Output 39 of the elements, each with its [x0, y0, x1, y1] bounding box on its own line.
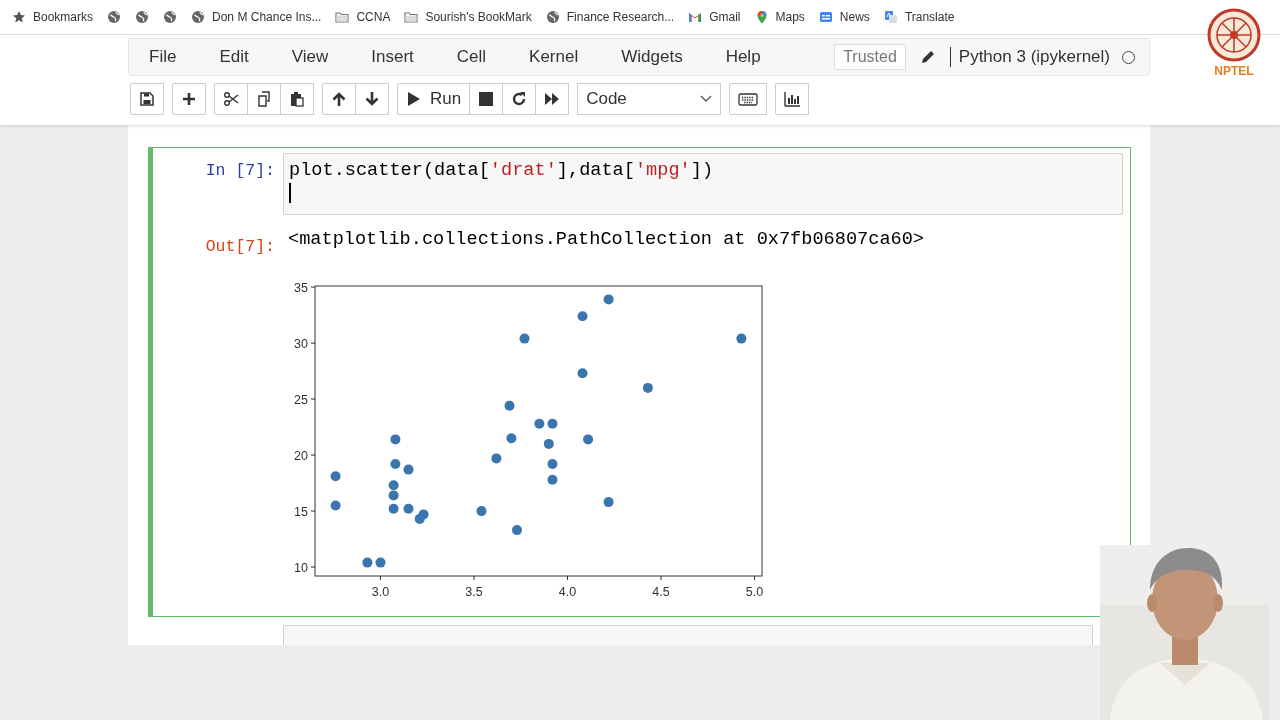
menu-item[interactable]: Widgets: [621, 47, 683, 67]
y-tick-label: 25: [294, 393, 308, 408]
run-button[interactable]: Run: [397, 83, 471, 115]
notebook-cell[interactable]: In [7]: plot.scatter(data['drat'],data['mpg']) Out[7]: <matplotlib.collections.PathCollection at 0x7fb06807ca60> 3.0 3.5 4.0 4.5 5.0 10 15 20 25 30 35: [148, 147, 1131, 617]
x-tick-label: 4.5: [652, 585, 670, 599]
bookmark-link[interactable]: Maps: [775, 10, 805, 24]
bookmark-link[interactable]: Finance Research...: [566, 10, 675, 24]
menu-item[interactable]: Help: [725, 47, 761, 67]
bookmark-link[interactable]: CCNA: [356, 10, 391, 24]
trusted-badge[interactable]: Trusted: [834, 44, 906, 70]
code-editor[interactable]: plot.scatter(data['drat'],data['mpg']): [283, 153, 1123, 215]
x-tick-label: 3.5: [465, 585, 483, 599]
bookmark-link[interactable]: Don M Chance Ins...: [212, 10, 322, 24]
code-line: plot.scatter(data['drat'],data['mpg']): [289, 160, 714, 181]
bookmark-link[interactable]: News: [839, 10, 870, 24]
output-text: <matplotlib.collections.PathCollection at 0x7fb06807ca60>: [287, 228, 924, 252]
y-tick-label: 20: [294, 449, 308, 464]
bookmark-link[interactable]: Bookmarks: [33, 10, 94, 24]
y-tick-label: 10: [294, 561, 308, 576]
y-tick-label: 30: [294, 337, 308, 352]
menu-item[interactable]: View: [291, 47, 329, 67]
input-prompt: In [7]:: [204, 160, 276, 182]
menu-item[interactable]: Kernel: [529, 47, 579, 67]
y-tick-label: 15: [294, 505, 308, 520]
output-prompt: Out[7]:: [204, 236, 276, 256]
menu-item[interactable]: Edit: [219, 47, 249, 67]
cell-type-dropdown[interactable]: Code: [577, 83, 722, 115]
menu-item[interactable]: Cell: [456, 47, 487, 67]
bookmark-link[interactable]: Translate: [904, 10, 955, 24]
bookmark-link[interactable]: Sourish's BookMark: [425, 10, 532, 24]
logo-text: NPTEL: [1214, 64, 1254, 78]
x-tick-label: 5.0: [745, 585, 764, 599]
y-tick-label: 35: [294, 281, 308, 296]
kernel-name[interactable]: Python 3 (ipykernel): [949, 47, 1110, 67]
menu-item[interactable]: File: [149, 47, 177, 67]
menu-item[interactable]: Insert: [371, 47, 414, 67]
x-tick-label: 3.0: [371, 585, 390, 599]
x-tick-label: 4.0: [558, 585, 577, 599]
bookmark-link[interactable]: Gmail: [709, 10, 741, 24]
